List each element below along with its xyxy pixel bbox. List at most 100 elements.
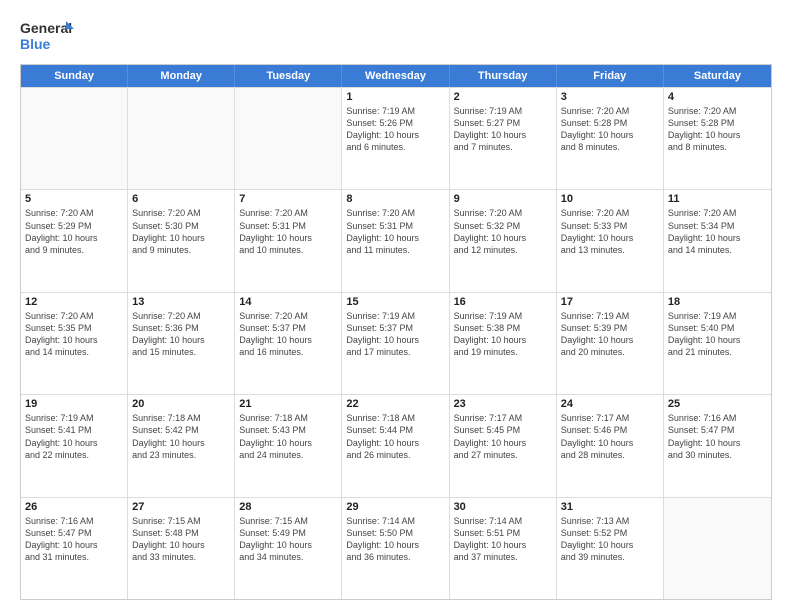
empty-cell	[664, 498, 771, 599]
calendar-row-5: 26 Sunrise: 7:16 AM Sunset: 5:47 PM Dayli…	[21, 497, 771, 599]
day-number: 9	[454, 193, 552, 205]
calendar-header-row: SundayMondayTuesdayWednesdayThursdayFrid…	[21, 65, 771, 87]
calendar-row-1: 1 Sunrise: 7:19 AM Sunset: 5:26 PM Daylig…	[21, 87, 771, 189]
day-number: 24	[561, 398, 659, 410]
day-cell-29: 29 Sunrise: 7:14 AM Sunset: 5:50 PM Dayli…	[342, 498, 449, 599]
day-info: Sunrise: 7:20 AM Sunset: 5:36 PM Dayligh…	[132, 310, 230, 359]
weekday-header-monday: Monday	[128, 65, 235, 87]
day-cell-16: 16Sunrise: 7:19 AM Sunset: 5:38 PM Dayli…	[450, 293, 557, 394]
day-cell-17: 17 Sunrise: 7:19 AM Sunset: 5:39 PM Dayli…	[557, 293, 664, 394]
day-cell-31: 31 Sunrise: 7:13 AM Sunset: 5:52 PM Dayli…	[557, 498, 664, 599]
day-number: 19	[25, 398, 123, 410]
day-info: Sunrise: 7:17 AM Sunset: 5:45 PM Dayligh…	[454, 412, 552, 461]
day-info: Sunrise: 7:15 AM Sunset: 5:48 PM Dayligh…	[132, 515, 230, 564]
weekday-header-sunday: Sunday	[21, 65, 128, 87]
day-cell-21: 21Sunrise: 7:18 AM Sunset: 5:43 PM Dayli…	[235, 395, 342, 496]
day-cell-23: 23 Sunrise: 7:17 AM Sunset: 5:45 PM Dayli…	[450, 395, 557, 496]
day-cell-13: 13 Sunrise: 7:20 AM Sunset: 5:36 PM Dayli…	[128, 293, 235, 394]
day-cell-28: 28 Sunrise: 7:15 AM Sunset: 5:49 PM Dayli…	[235, 498, 342, 599]
day-cell-14: 14 Sunrise: 7:20 AM Sunset: 5:37 PM Dayli…	[235, 293, 342, 394]
day-number: 5	[25, 193, 123, 205]
day-cell-10: 10Sunrise: 7:20 AM Sunset: 5:33 PM Dayli…	[557, 190, 664, 291]
day-cell-7: 7Sunrise: 7:20 AM Sunset: 5:31 PM Daylig…	[235, 190, 342, 291]
day-info: Sunrise: 7:20 AM Sunset: 5:35 PM Dayligh…	[25, 310, 123, 359]
day-number: 3	[561, 91, 659, 103]
day-info: Sunrise: 7:20 AM Sunset: 5:29 PM Dayligh…	[25, 207, 123, 256]
day-info: Sunrise: 7:15 AM Sunset: 5:49 PM Dayligh…	[239, 515, 337, 564]
day-cell-8: 8 Sunrise: 7:20 AM Sunset: 5:31 PM Daylig…	[342, 190, 449, 291]
day-number: 1	[346, 91, 444, 103]
day-cell-19: 19 Sunrise: 7:19 AM Sunset: 5:41 PM Dayli…	[21, 395, 128, 496]
page: GeneralBlue SundayMondayTuesdayWednesday…	[0, 0, 792, 612]
empty-cell	[235, 88, 342, 189]
day-info: Sunrise: 7:20 AM Sunset: 5:34 PM Dayligh…	[668, 207, 767, 256]
day-number: 14	[239, 296, 337, 308]
calendar-row-3: 12 Sunrise: 7:20 AM Sunset: 5:35 PM Dayli…	[21, 292, 771, 394]
day-number: 15	[346, 296, 444, 308]
day-info: Sunrise: 7:20 AM Sunset: 5:30 PM Dayligh…	[132, 207, 230, 256]
day-number: 22	[346, 398, 444, 410]
day-cell-25: 25 Sunrise: 7:16 AM Sunset: 5:47 PM Dayli…	[664, 395, 771, 496]
day-number: 11	[668, 193, 767, 205]
day-cell-1: 1 Sunrise: 7:19 AM Sunset: 5:26 PM Daylig…	[342, 88, 449, 189]
day-cell-3: 3 Sunrise: 7:20 AM Sunset: 5:28 PM Daylig…	[557, 88, 664, 189]
day-number: 20	[132, 398, 230, 410]
weekday-header-friday: Friday	[557, 65, 664, 87]
calendar-body: 1 Sunrise: 7:19 AM Sunset: 5:26 PM Daylig…	[21, 87, 771, 599]
day-info: Sunrise: 7:18 AM Sunset: 5:44 PM Dayligh…	[346, 412, 444, 461]
day-number: 29	[346, 501, 444, 513]
day-info: Sunrise: 7:16 AM Sunset: 5:47 PM Dayligh…	[668, 412, 767, 461]
calendar: SundayMondayTuesdayWednesdayThursdayFrid…	[20, 64, 772, 600]
day-info: Sunrise: 7:19 AM Sunset: 5:26 PM Dayligh…	[346, 105, 444, 154]
day-number: 17	[561, 296, 659, 308]
day-number: 28	[239, 501, 337, 513]
day-cell-11: 11 Sunrise: 7:20 AM Sunset: 5:34 PM Dayli…	[664, 190, 771, 291]
svg-text:Blue: Blue	[20, 36, 51, 52]
day-cell-30: 30 Sunrise: 7:14 AM Sunset: 5:51 PM Dayli…	[450, 498, 557, 599]
day-info: Sunrise: 7:19 AM Sunset: 5:39 PM Dayligh…	[561, 310, 659, 359]
day-info: Sunrise: 7:18 AM Sunset: 5:42 PM Dayligh…	[132, 412, 230, 461]
day-cell-15: 15 Sunrise: 7:19 AM Sunset: 5:37 PM Dayli…	[342, 293, 449, 394]
day-info: Sunrise: 7:14 AM Sunset: 5:50 PM Dayligh…	[346, 515, 444, 564]
day-cell-5: 5 Sunrise: 7:20 AM Sunset: 5:29 PM Daylig…	[21, 190, 128, 291]
day-number: 6	[132, 193, 230, 205]
calendar-row-2: 5 Sunrise: 7:20 AM Sunset: 5:29 PM Daylig…	[21, 189, 771, 291]
day-cell-26: 26 Sunrise: 7:16 AM Sunset: 5:47 PM Dayli…	[21, 498, 128, 599]
day-number: 7	[239, 193, 337, 205]
day-number: 13	[132, 296, 230, 308]
day-info: Sunrise: 7:20 AM Sunset: 5:37 PM Dayligh…	[239, 310, 337, 359]
logo: GeneralBlue	[20, 16, 80, 54]
header: GeneralBlue	[20, 16, 772, 54]
day-number: 25	[668, 398, 767, 410]
day-number: 2	[454, 91, 552, 103]
empty-cell	[21, 88, 128, 189]
day-info: Sunrise: 7:19 AM Sunset: 5:27 PM Dayligh…	[454, 105, 552, 154]
day-cell-6: 6 Sunrise: 7:20 AM Sunset: 5:30 PM Daylig…	[128, 190, 235, 291]
day-number: 8	[346, 193, 444, 205]
day-info: Sunrise: 7:14 AM Sunset: 5:51 PM Dayligh…	[454, 515, 552, 564]
day-info: Sunrise: 7:16 AM Sunset: 5:47 PM Dayligh…	[25, 515, 123, 564]
day-info: Sunrise: 7:19 AM Sunset: 5:38 PM Dayligh…	[454, 310, 552, 359]
svg-text:General: General	[20, 20, 72, 36]
day-number: 23	[454, 398, 552, 410]
day-info: Sunrise: 7:20 AM Sunset: 5:28 PM Dayligh…	[561, 105, 659, 154]
day-cell-12: 12 Sunrise: 7:20 AM Sunset: 5:35 PM Dayli…	[21, 293, 128, 394]
day-info: Sunrise: 7:13 AM Sunset: 5:52 PM Dayligh…	[561, 515, 659, 564]
day-number: 12	[25, 296, 123, 308]
day-number: 26	[25, 501, 123, 513]
day-cell-4: 4Sunrise: 7:20 AM Sunset: 5:28 PM Daylig…	[664, 88, 771, 189]
day-number: 18	[668, 296, 767, 308]
day-cell-2: 2 Sunrise: 7:19 AM Sunset: 5:27 PM Daylig…	[450, 88, 557, 189]
day-cell-18: 18 Sunrise: 7:19 AM Sunset: 5:40 PM Dayli…	[664, 293, 771, 394]
day-number: 31	[561, 501, 659, 513]
day-cell-27: 27Sunrise: 7:15 AM Sunset: 5:48 PM Dayli…	[128, 498, 235, 599]
day-number: 10	[561, 193, 659, 205]
day-info: Sunrise: 7:17 AM Sunset: 5:46 PM Dayligh…	[561, 412, 659, 461]
day-info: Sunrise: 7:19 AM Sunset: 5:37 PM Dayligh…	[346, 310, 444, 359]
day-cell-24: 24 Sunrise: 7:17 AM Sunset: 5:46 PM Dayli…	[557, 395, 664, 496]
day-info: Sunrise: 7:20 AM Sunset: 5:31 PM Dayligh…	[346, 207, 444, 256]
day-number: 30	[454, 501, 552, 513]
day-info: Sunrise: 7:19 AM Sunset: 5:40 PM Dayligh…	[668, 310, 767, 359]
day-info: Sunrise: 7:19 AM Sunset: 5:41 PM Dayligh…	[25, 412, 123, 461]
empty-cell	[128, 88, 235, 189]
